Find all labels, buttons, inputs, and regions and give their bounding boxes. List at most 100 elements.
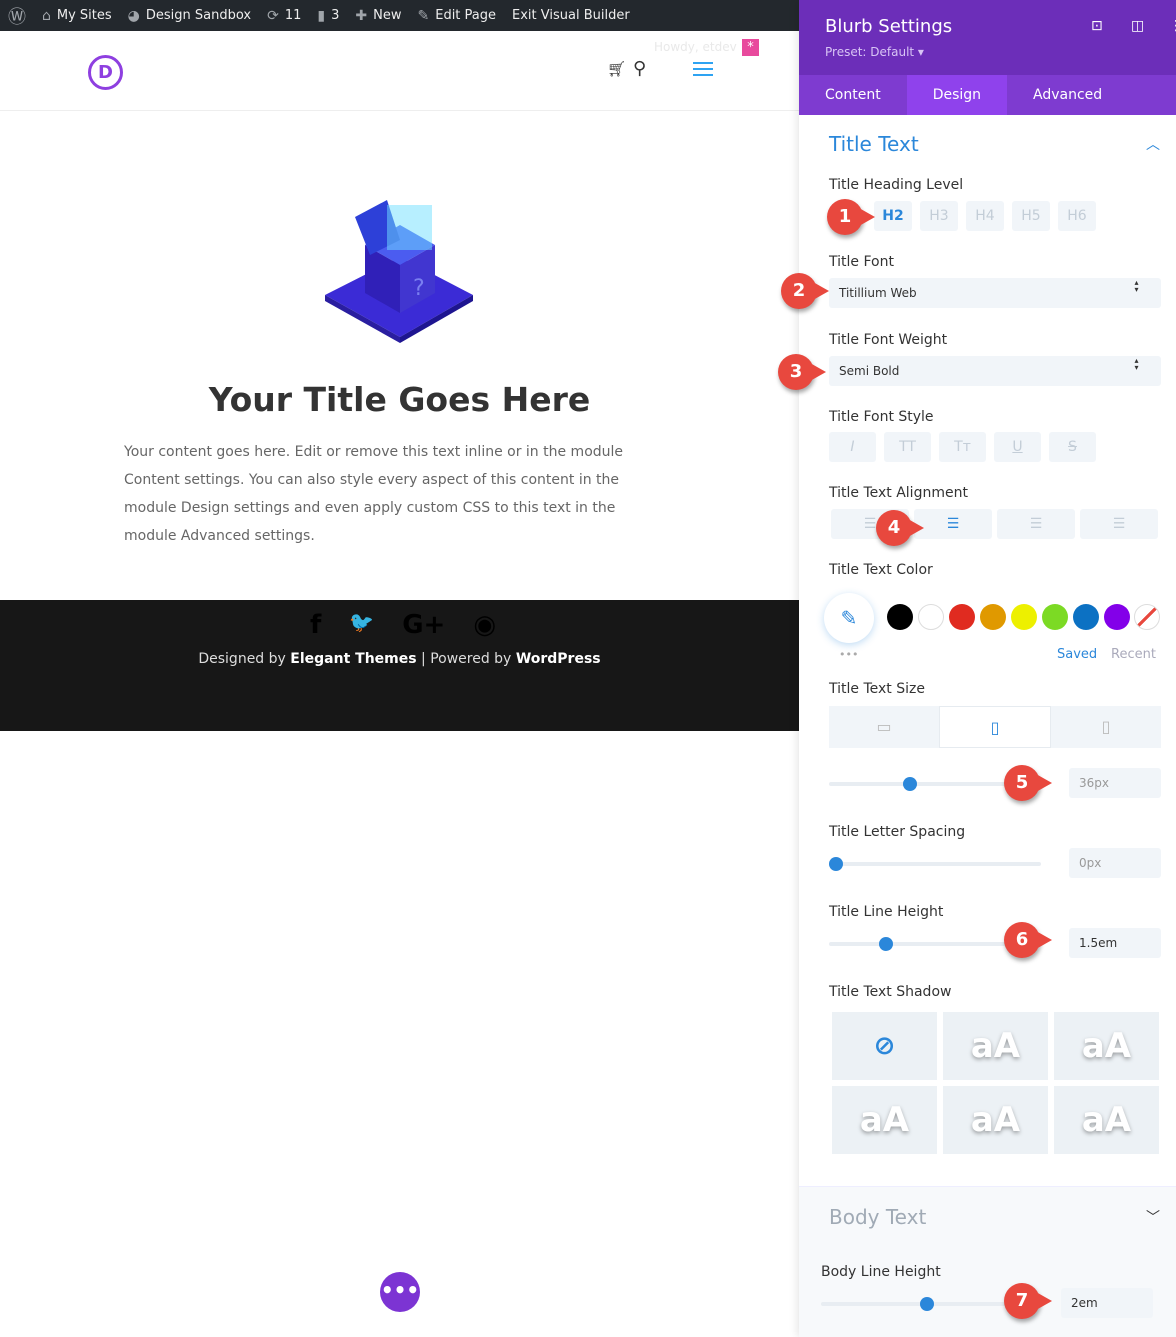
tablet-icon[interactable]: ▯ (939, 706, 1051, 748)
shadow-preset[interactable]: aA (943, 1012, 1048, 1080)
tab-content[interactable]: Content (799, 75, 907, 115)
new-menu[interactable]: ✚ New (347, 0, 409, 31)
color-swatch[interactable] (918, 604, 944, 630)
letter-spacing-slider[interactable] (829, 857, 1041, 871)
my-sites-menu[interactable]: ⌂ My Sites (34, 0, 120, 31)
uppercase-button[interactable]: TT (884, 432, 931, 462)
cart-icon[interactable]: 🛒︎ (607, 60, 626, 78)
underline-button[interactable]: U (994, 432, 1041, 462)
rss-icon[interactable]: ◉ (473, 610, 496, 640)
align-justify-icon[interactable]: ☰ (1080, 509, 1158, 539)
shadow-preset[interactable]: aA (1054, 1012, 1159, 1080)
shadow-preset[interactable]: aA (943, 1086, 1048, 1154)
font-weight-select[interactable]: Semi Bold (829, 356, 1161, 386)
site-menu[interactable]: ◕ Design Sandbox (120, 0, 259, 31)
slider-handle[interactable] (902, 777, 917, 791)
color-swatch[interactable] (980, 604, 1006, 630)
slider-handle[interactable] (829, 857, 843, 871)
builder-menu-button[interactable]: ••• (380, 1272, 420, 1312)
blurb-title[interactable]: Your Title Goes Here (0, 380, 799, 419)
split-view-icon[interactable]: ◫ (1131, 18, 1144, 34)
blurb-settings-panel: Blurb Settings Preset: Default ▾ ⊡ ◫ ⋮ C… (799, 0, 1176, 1337)
text-shadow-presets: ⊘ aA aA aA aA aA (832, 1012, 1159, 1154)
google-plus-icon[interactable]: G+ (402, 610, 445, 640)
saved-colors-tab[interactable]: Saved (1057, 647, 1097, 662)
twitter-icon[interactable]: 🐦 (349, 610, 374, 640)
alignment-label: Title Text Alignment (829, 485, 968, 501)
device-tabs: ▭ ▯ ▯ (829, 706, 1161, 748)
heading-h6-button[interactable]: H6 (1058, 201, 1096, 231)
color-picker-eyedropper-icon[interactable]: ✎ (824, 593, 874, 643)
recent-colors-tab[interactable]: Recent (1111, 647, 1156, 662)
font-weight-label: Title Font Weight (829, 332, 948, 348)
updates-menu[interactable]: ⟳ 11 (259, 0, 309, 31)
exit-visual-builder[interactable]: Exit Visual Builder (504, 0, 638, 31)
tab-advanced[interactable]: Advanced (1007, 75, 1128, 115)
strikethrough-button[interactable]: S (1049, 432, 1096, 462)
slider-handle[interactable] (879, 937, 894, 951)
callout-badge: 7 (1004, 1283, 1052, 1319)
shadow-preset[interactable]: aA (1054, 1086, 1159, 1154)
search-icon[interactable]: ⚲ (633, 58, 646, 79)
clear-color-swatch[interactable] (1134, 604, 1160, 630)
font-style-label: Title Font Style (829, 409, 934, 425)
credit-text: Powered by (430, 651, 512, 667)
body-text-section-header[interactable]: Body Text (829, 1205, 926, 1229)
comments-icon: ▮ (317, 7, 326, 24)
italic-button[interactable]: I (829, 432, 876, 462)
color-swatch[interactable] (1011, 604, 1037, 630)
more-colors-icon[interactable]: ••• (839, 648, 858, 661)
color-swatch[interactable] (1104, 604, 1130, 630)
panel-tabs: Content Design Advanced (799, 75, 1176, 115)
facebook-icon[interactable]: f (310, 610, 321, 640)
phone-icon[interactable]: ▯ (1051, 706, 1161, 748)
color-swatch[interactable] (887, 604, 913, 630)
desktop-icon[interactable]: ▭ (829, 706, 939, 748)
heading-h5-button[interactable]: H5 (1012, 201, 1050, 231)
site-logo[interactable]: D (88, 55, 123, 90)
color-swatch[interactable] (1042, 604, 1068, 630)
blurb-body[interactable]: Your content goes here. Edit or remove t… (124, 438, 664, 550)
elegant-themes-link[interactable]: Elegant Themes (290, 651, 416, 667)
heading-h2-button[interactable]: H2 (874, 201, 912, 231)
updates-icon: ⟳ (267, 7, 279, 24)
preset-dropdown[interactable]: Preset: Default ▾ (825, 45, 924, 59)
callout-badge: 5 (1004, 765, 1052, 801)
line-height-label: Title Line Height (829, 904, 944, 920)
no-shadow-icon[interactable]: ⊘ (832, 1012, 937, 1080)
letter-spacing-input[interactable]: 0px (1069, 848, 1161, 878)
body-line-height-slider[interactable] (821, 1297, 1033, 1311)
capitalize-button[interactable]: Tт (939, 432, 986, 462)
title-text-section-header[interactable]: Title Text (829, 132, 919, 156)
chevron-up-icon[interactable]: ︿ (1146, 134, 1160, 154)
align-center-icon[interactable]: ☰ (914, 509, 992, 539)
font-style-buttons: I TT Tт U S (829, 432, 1096, 462)
color-swatch[interactable] (949, 604, 975, 630)
align-right-icon[interactable]: ☰ (997, 509, 1075, 539)
hamburger-menu-icon[interactable] (693, 62, 713, 76)
shadow-preset[interactable]: aA (832, 1086, 937, 1154)
heading-h4-button[interactable]: H4 (966, 201, 1004, 231)
plus-icon: ✚ (355, 7, 368, 24)
wordpress-link[interactable]: WordPress (516, 651, 601, 667)
tab-design[interactable]: Design (906, 75, 1008, 115)
svg-text:?: ? (413, 276, 425, 301)
comments-menu[interactable]: ▮ 3 (309, 0, 347, 31)
avatar: * (742, 39, 759, 56)
menu-label: Edit Page (435, 8, 497, 23)
line-height-input[interactable]: 1.5em (1069, 928, 1161, 958)
heading-h3-button[interactable]: H3 (920, 201, 958, 231)
footer-credits: Designed by Elegant Themes | Powered by … (0, 651, 799, 667)
body-line-height-input[interactable]: 2em (1061, 1288, 1153, 1318)
chevron-down-icon[interactable]: ﹀ (1146, 1207, 1160, 1227)
wordpress-menu[interactable]: Ⓦ (0, 0, 34, 31)
more-options-icon[interactable]: ⋮ (1169, 18, 1176, 34)
size-input[interactable]: 36px (1069, 768, 1161, 798)
color-swatch[interactable] (1073, 604, 1099, 630)
font-select[interactable]: Titillium Web (829, 278, 1161, 308)
edit-page-menu[interactable]: ✎ Edit Page (410, 0, 505, 31)
callout-badge: 4 (876, 510, 924, 546)
credit-text: Designed by (198, 651, 286, 667)
slider-handle[interactable] (920, 1297, 934, 1311)
fullscreen-icon[interactable]: ⊡ (1091, 18, 1103, 34)
